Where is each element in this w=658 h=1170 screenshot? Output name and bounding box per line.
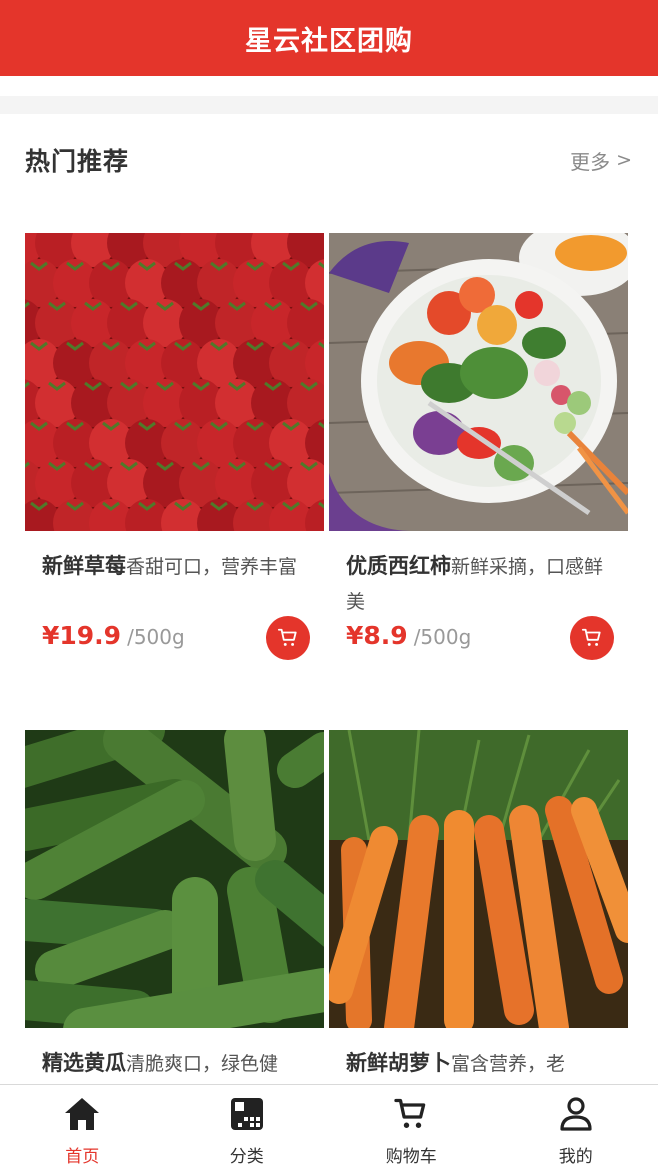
product-title: 新鲜胡萝卜富含营养，老 [346, 1046, 616, 1082]
tab-label: 购物车 [385, 1147, 437, 1167]
tab-label: 分类 [229, 1147, 264, 1167]
product-title: 优质西红柿新鲜采摘，口感鲜美 [346, 549, 616, 620]
price-row: ¥8.9 /500g [346, 621, 471, 650]
product-desc: 富含营养，老 [451, 1053, 566, 1075]
product-desc: 香甜可口，营养丰富 [126, 556, 298, 578]
cart-icon [277, 628, 297, 646]
tab-label: 我的 [558, 1147, 593, 1167]
product-name: 精选黄瓜 [42, 1051, 126, 1075]
tab-label: 首页 [65, 1147, 100, 1167]
product-title: 新鲜草莓香甜可口，营养丰富 [42, 549, 312, 585]
product-unit: /500g [413, 625, 472, 649]
cart-icon [391, 1094, 431, 1134]
tab-cart[interactable]: 购物车 [329, 1085, 494, 1170]
cart-icon [581, 628, 601, 646]
divider-band [0, 96, 658, 114]
product-unit: /500g [127, 625, 185, 649]
product-title: 精选黄瓜清脆爽口，绿色健 [42, 1046, 312, 1082]
tab-category[interactable]: 分类 [165, 1085, 330, 1170]
product-price: ¥8.9 [346, 621, 408, 650]
page: 星云社区团购 热门推荐 更多 > 新鲜草莓香甜可口，营养丰富 ¥19.9 /50… [0, 0, 658, 1170]
app-title: 星云社区团购 [245, 25, 413, 57]
app-header: 星云社区团购 [0, 0, 658, 76]
section-title: 热门推荐 [25, 147, 130, 176]
product-image-cucumbers[interactable] [25, 730, 324, 1028]
tab-profile[interactable]: 我的 [494, 1085, 658, 1170]
more-link[interactable]: 更多 > [570, 146, 632, 175]
product-name: 优质西红柿 [346, 554, 451, 578]
price-row: ¥19.9 /500g [42, 621, 185, 650]
product-name: 新鲜胡萝卜 [346, 1051, 451, 1075]
product-price: ¥19.9 [42, 621, 122, 650]
product-image-carrots[interactable] [329, 730, 628, 1028]
product-name: 新鲜草莓 [42, 554, 126, 578]
more-label: 更多 [570, 149, 611, 174]
product-image-salad-bowl[interactable] [329, 233, 628, 531]
add-to-cart-button[interactable] [266, 616, 310, 660]
tab-home[interactable]: 首页 [0, 1085, 165, 1170]
chevron-right-icon: > [616, 149, 632, 171]
user-icon [556, 1094, 596, 1134]
add-to-cart-button[interactable] [570, 616, 614, 660]
home-icon [62, 1094, 102, 1134]
product-image-strawberries[interactable] [25, 233, 324, 531]
category-icon [227, 1094, 267, 1134]
product-desc: 清脆爽口，绿色健 [126, 1053, 279, 1075]
section-header: 热门推荐 更多 > [0, 114, 658, 206]
bottom-tab-bar: 首页 分类 购物车 我的 [0, 1084, 658, 1170]
